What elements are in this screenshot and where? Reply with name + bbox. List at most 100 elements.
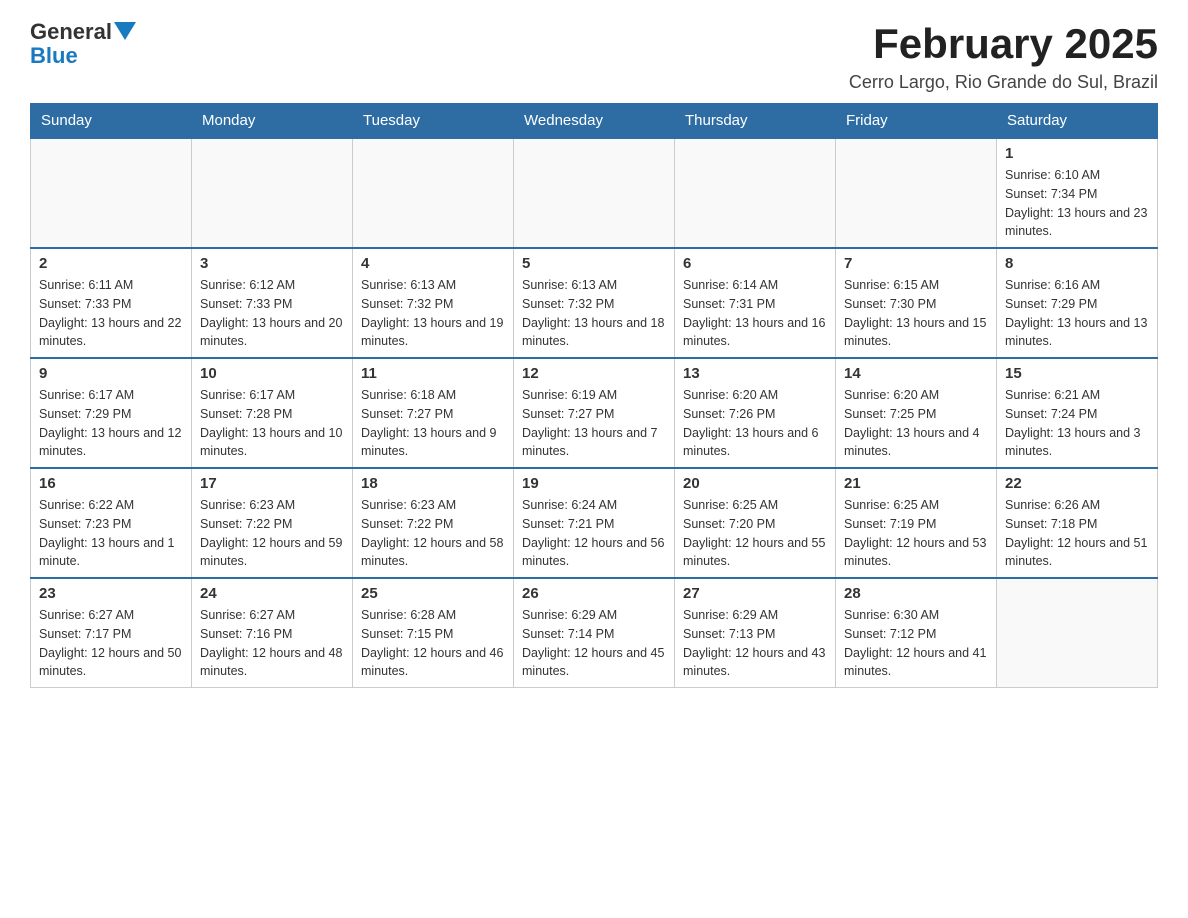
table-row: 6Sunrise: 6:14 AMSunset: 7:31 PMDaylight… bbox=[675, 248, 836, 358]
sunset-text: Sunset: 7:22 PM bbox=[361, 517, 453, 531]
sunrise-text: Sunrise: 6:14 AM bbox=[683, 278, 778, 292]
table-row bbox=[31, 138, 192, 248]
sunrise-text: Sunrise: 6:17 AM bbox=[39, 388, 134, 402]
daylight-text: Daylight: 13 hours and 9 minutes. bbox=[361, 426, 497, 459]
table-row: 25Sunrise: 6:28 AMSunset: 7:15 PMDayligh… bbox=[353, 578, 514, 688]
table-row: 22Sunrise: 6:26 AMSunset: 7:18 PMDayligh… bbox=[997, 468, 1158, 578]
daylight-text: Daylight: 13 hours and 12 minutes. bbox=[39, 426, 181, 459]
table-row: 7 Sunrise: 6:15 AMSunset: 7:30 PMDaylight… bbox=[836, 248, 997, 358]
sunrise-text: Sunrise: 6:27 AM bbox=[200, 608, 295, 622]
sunset-text: Sunset: 7:14 PM bbox=[522, 627, 614, 641]
day-info: Sunrise: 6:23 AM Sunset: 7:22 PM Daylight:… bbox=[361, 496, 505, 571]
day-info: Sunrise: 6:21 AMSunset: 7:24 PMDaylight:… bbox=[1005, 386, 1149, 461]
daylight-text: Daylight: 12 hours and 56 minutes. bbox=[522, 536, 664, 569]
location-subtitle: Cerro Largo, Rio Grande do Sul, Brazil bbox=[849, 72, 1158, 93]
day-number: 7 bbox=[844, 255, 988, 272]
sunrise-text: Sunrise: 6:19 AM bbox=[522, 388, 617, 402]
sunrise-text: Sunrise: 6:23 AM bbox=[200, 498, 295, 512]
daylight-text: Daylight: 13 hours and 13 minutes. bbox=[1005, 316, 1147, 349]
table-row bbox=[675, 138, 836, 248]
page-header: General Blue February 2025 Cerro Largo, … bbox=[30, 20, 1158, 93]
table-row: 2Sunrise: 6:11 AMSunset: 7:33 PMDaylight… bbox=[31, 248, 192, 358]
sunrise-text: Sunrise: 6:27 AM bbox=[39, 608, 134, 622]
logo-general-text: General bbox=[30, 20, 112, 44]
col-wednesday: Wednesday bbox=[514, 104, 675, 139]
sunset-text: Sunset: 7:23 PM bbox=[39, 517, 131, 531]
daylight-text: Daylight: 12 hours and 59 minutes. bbox=[200, 536, 342, 569]
day-number: 19 bbox=[522, 475, 666, 492]
day-number: 1 bbox=[1005, 145, 1149, 162]
sunset-text: Sunset: 7:29 PM bbox=[39, 407, 131, 421]
calendar-header-row: Sunday Monday Tuesday Wednesday Thursday… bbox=[31, 104, 1158, 139]
sunset-text: Sunset: 7:33 PM bbox=[200, 297, 292, 311]
daylight-text: Daylight: 13 hours and 16 minutes. bbox=[683, 316, 825, 349]
day-number: 4 bbox=[361, 255, 505, 272]
table-row bbox=[192, 138, 353, 248]
sunrise-text: Sunrise: 6:11 AM bbox=[39, 278, 133, 292]
day-info: Sunrise: 6:26 AMSunset: 7:18 PMDaylight:… bbox=[1005, 496, 1149, 571]
day-number: 24 bbox=[200, 585, 344, 602]
sunrise-text: Sunrise: 6:24 AM bbox=[522, 498, 617, 512]
daylight-text: Daylight: 13 hours and 3 minutes. bbox=[1005, 426, 1141, 459]
col-friday: Friday bbox=[836, 104, 997, 139]
table-row bbox=[353, 138, 514, 248]
day-number: 9 bbox=[39, 365, 183, 382]
day-number: 20 bbox=[683, 475, 827, 492]
sunset-text: Sunset: 7:32 PM bbox=[522, 297, 614, 311]
sunset-text: Sunset: 7:30 PM bbox=[844, 297, 936, 311]
logo-blue-text: Blue bbox=[30, 43, 78, 68]
sunrise-text: Sunrise: 6:23 AM bbox=[361, 498, 456, 512]
day-info: Sunrise: 6:29 AMSunset: 7:13 PMDaylight:… bbox=[683, 606, 827, 681]
day-number: 11 bbox=[361, 365, 505, 382]
table-row: 13Sunrise: 6:20 AMSunset: 7:26 PMDayligh… bbox=[675, 358, 836, 468]
day-info: Sunrise: 6:13 AMSunset: 7:32 PMDaylight:… bbox=[522, 276, 666, 351]
daylight-text: Daylight: 13 hours and 7 minutes. bbox=[522, 426, 658, 459]
table-row: 19Sunrise: 6:24 AMSunset: 7:21 PMDayligh… bbox=[514, 468, 675, 578]
daylight-text: Daylight: 13 hours and 4 minutes. bbox=[844, 426, 980, 459]
daylight-text: Daylight: 12 hours and 46 minutes. bbox=[361, 646, 503, 679]
sunrise-text: Sunrise: 6:18 AM bbox=[361, 388, 456, 402]
day-number: 17 bbox=[200, 475, 344, 492]
daylight-text: Daylight: 13 hours and 6 minutes. bbox=[683, 426, 819, 459]
day-info: Sunrise: 6:17 AM Sunset: 7:29 PM Daylight:… bbox=[39, 386, 183, 461]
daylight-text: Daylight: 12 hours and 51 minutes. bbox=[1005, 536, 1147, 569]
sunset-text: Sunset: 7:32 PM bbox=[361, 297, 453, 311]
sunrise-text: Sunrise: 6:20 AM bbox=[683, 388, 778, 402]
daylight-text: Daylight: 13 hours and 23 minutes. bbox=[1005, 206, 1147, 239]
day-info: Sunrise: 6:15 AMSunset: 7:30 PMDaylight:… bbox=[844, 276, 988, 351]
table-row: 23Sunrise: 6:27 AMSunset: 7:17 PMDayligh… bbox=[31, 578, 192, 688]
sunrise-text: Sunrise: 6:13 AM bbox=[361, 278, 456, 292]
table-row: 4 Sunrise: 6:13 AM Sunset: 7:32 PM Daylight… bbox=[353, 248, 514, 358]
daylight-text: Daylight: 12 hours and 55 minutes. bbox=[683, 536, 825, 569]
sunset-text: Sunset: 7:13 PM bbox=[683, 627, 775, 641]
day-info: Sunrise: 6:17 AMSunset: 7:28 PMDaylight:… bbox=[200, 386, 344, 461]
day-info: Sunrise: 6:10 AMSunset: 7:34 PMDaylight:… bbox=[1005, 166, 1149, 241]
day-info: Sunrise: 6:16 AMSunset: 7:29 PMDaylight:… bbox=[1005, 276, 1149, 351]
sunrise-text: Sunrise: 6:28 AM bbox=[361, 608, 456, 622]
table-row: 1 Sunrise: 6:10 AMSunset: 7:34 PMDaylight… bbox=[997, 138, 1158, 248]
month-title: February 2025 bbox=[849, 20, 1158, 68]
sunrise-text: Sunrise: 6:29 AM bbox=[522, 608, 617, 622]
sunrise-text: Sunrise: 6:26 AM bbox=[1005, 498, 1100, 512]
sunrise-text: Sunrise: 6:12 AM bbox=[200, 278, 295, 292]
daylight-text: Daylight: 12 hours and 58 minutes. bbox=[361, 536, 503, 569]
day-info: Sunrise: 6:20 AMSunset: 7:25 PMDaylight:… bbox=[844, 386, 988, 461]
table-row: 17Sunrise: 6:23 AMSunset: 7:22 PMDayligh… bbox=[192, 468, 353, 578]
day-number: 12 bbox=[522, 365, 666, 382]
logo: General Blue bbox=[30, 20, 136, 68]
logo-triangle-icon bbox=[114, 22, 136, 44]
daylight-text: Daylight: 12 hours and 50 minutes. bbox=[39, 646, 181, 679]
col-saturday: Saturday bbox=[997, 104, 1158, 139]
day-info: Sunrise: 6:13 AM Sunset: 7:32 PM Daylight:… bbox=[361, 276, 505, 351]
sunset-text: Sunset: 7:17 PM bbox=[39, 627, 131, 641]
sunrise-text: Sunrise: 6:22 AM bbox=[39, 498, 134, 512]
table-row: 3Sunrise: 6:12 AMSunset: 7:33 PMDaylight… bbox=[192, 248, 353, 358]
table-row: 28 Sunrise: 6:30 AMSunset: 7:12 PMDayligh… bbox=[836, 578, 997, 688]
day-number: 28 bbox=[844, 585, 988, 602]
calendar-week-row: 23Sunrise: 6:27 AMSunset: 7:17 PMDayligh… bbox=[31, 578, 1158, 688]
sunset-text: Sunset: 7:33 PM bbox=[39, 297, 131, 311]
col-thursday: Thursday bbox=[675, 104, 836, 139]
day-info: Sunrise: 6:30 AMSunset: 7:12 PMDaylight:… bbox=[844, 606, 988, 681]
daylight-text: Daylight: 13 hours and 19 minutes. bbox=[361, 316, 503, 349]
sunset-text: Sunset: 7:16 PM bbox=[200, 627, 292, 641]
